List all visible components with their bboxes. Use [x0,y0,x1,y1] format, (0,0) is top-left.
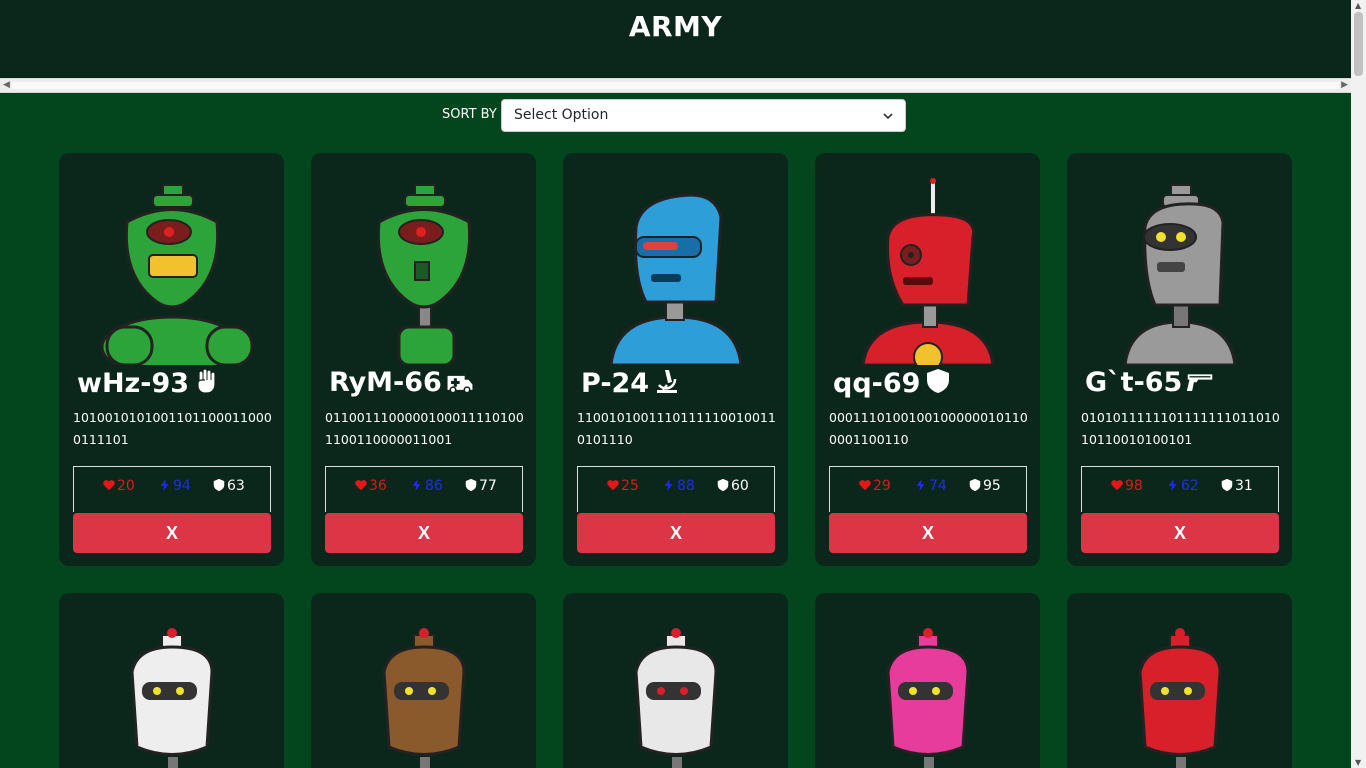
bot-stats: 20 94 63 [73,466,271,512]
bot-stats: 25 88 60 [577,466,775,512]
bot-name: qq-69 [833,367,952,399]
bot-avatar [130,628,214,768]
armor-stat: 95 [968,478,1001,494]
armor-stat: 63 [212,478,245,494]
bot-avatar [886,628,970,768]
bot-name: RyM-66 [329,367,474,398]
lightning-icon [410,478,425,494]
armor-stat: 60 [716,478,749,494]
health-stat: 36 [354,478,387,494]
sort-selected-value: Select Option [514,107,609,123]
heart-icon [606,478,621,494]
bot-avatar [376,184,472,365]
scroll-left-arrow-icon[interactable]: ◀ [3,80,10,90]
remove-bot-button[interactable]: X [73,513,271,553]
fist-icon [193,367,221,394]
horizontal-scroll-thumb[interactable] [12,82,1339,89]
armor-stat: 77 [464,478,497,494]
heart-icon [1110,478,1125,494]
bot-card[interactable] [311,593,536,768]
bot-card[interactable]: G`t-65 010101111110111111101101010110010… [1067,153,1292,566]
bot-catchphrase: 010101111110111111101101010110010100101 [1081,410,1280,447]
chevron-down-icon [883,113,893,120]
remove-bot-button[interactable]: X [1081,513,1279,553]
shield-icon [212,478,227,494]
bot-stats: 36 86 77 [325,466,523,512]
heart-icon [354,478,369,494]
shield-icon [968,478,983,494]
lightning-icon [914,478,929,494]
app-header: ARMY [0,0,1351,78]
bot-catchphrase: 00011101001001000000101100001100110 [829,410,1028,447]
bot-card[interactable] [815,593,1040,768]
bot-card[interactable] [1067,593,1292,768]
shield-icon [464,478,479,494]
remove-bot-button[interactable]: X [325,513,523,553]
damage-stat: 88 [662,478,695,494]
damage-stat: 86 [410,478,443,494]
armor-stat: 31 [1220,478,1253,494]
horizontal-scrollbar[interactable]: ◀ ▶ [0,78,1351,93]
bot-card[interactable]: RyM-66 011001110000010001111010011001100… [311,153,536,566]
bot-card[interactable]: P-24 11001010011101111100100110101110 25… [563,153,788,566]
shield-icon [1220,478,1235,494]
page-title: ARMY [628,10,723,43]
bot-stats: 29 74 95 [829,466,1027,512]
lightning-icon [1166,478,1181,494]
bot-avatar [1123,184,1237,365]
gun-icon [1186,370,1214,396]
bot-name: wHz-93 [77,367,221,399]
bot-avatar [609,193,743,365]
heart-icon [858,478,873,494]
bot-name: G`t-65 [1085,367,1214,398]
bot-card[interactable]: qq-69 0001110100100100000010110000110011… [815,153,1040,566]
health-stat: 25 [606,478,639,494]
bot-name: P-24 [581,367,681,399]
health-stat: 98 [1110,478,1143,494]
bot-avatar [861,178,995,365]
scroll-down-arrow-icon[interactable]: ▼ [1355,758,1361,767]
bot-avatar [100,184,254,365]
health-stat: 29 [858,478,891,494]
health-stat: 20 [102,478,135,494]
vertical-scrollbar[interactable]: ▲ ▼ [1351,0,1366,768]
scroll-up-arrow-icon[interactable]: ▲ [1355,1,1361,10]
heart-icon [102,478,117,494]
sort-bar: SORT BY Select Option [0,99,1351,133]
bot-card[interactable]: wHz-93 10100101010011011000110000111101 … [59,153,284,566]
vertical-scroll-thumb[interactable] [1354,12,1363,76]
bot-catchphrase: 0110011100000100011110100110011000001100… [325,410,524,447]
damage-stat: 62 [1166,478,1199,494]
remove-bot-button[interactable]: X [829,513,1027,553]
bot-catchphrase: 10100101010011011000110000111101 [73,410,272,447]
sort-select[interactable]: Select Option [501,99,906,132]
scroll-right-arrow-icon[interactable]: ▶ [1341,80,1348,90]
bot-avatar [634,628,718,768]
shield-icon [924,367,952,393]
bot-catchphrase: 11001010011101111100100110101110 [577,410,776,447]
damage-stat: 74 [914,478,947,494]
lightning-icon [158,478,173,494]
bot-card[interactable] [563,593,788,768]
lightning-icon [662,478,677,494]
remove-bot-button[interactable]: X [577,513,775,553]
bot-stats: 98 62 31 [1081,466,1279,512]
microscope-icon [653,367,681,393]
damage-stat: 94 [158,478,191,494]
sort-label: SORT BY [442,107,497,122]
ambulance-icon [446,370,474,396]
bot-card[interactable] [59,593,284,768]
bot-avatar [382,628,466,768]
shield-icon [716,478,731,494]
bot-avatar [1138,628,1222,768]
